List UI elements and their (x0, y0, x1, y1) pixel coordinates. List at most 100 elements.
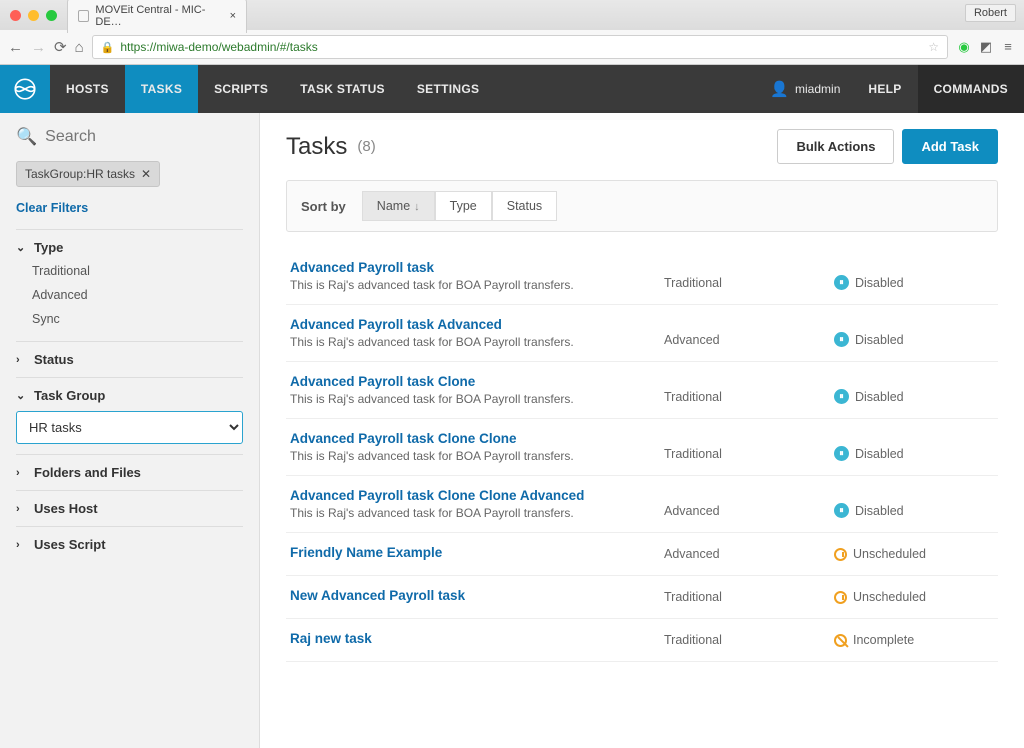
task-status-text: Disabled (855, 333, 904, 347)
bulk-actions-button[interactable]: Bulk Actions (777, 129, 894, 164)
menu-icon[interactable]: ≡ (1000, 39, 1016, 55)
search-row: 🔍 (16, 127, 243, 147)
profile-chip[interactable]: Robert (965, 4, 1016, 22)
chevron-right-icon: › (16, 354, 28, 366)
search-input[interactable] (45, 128, 243, 146)
lock-icon: 🔒 (101, 41, 115, 54)
facet-task-group: ⌄ Task Group HR tasks (16, 377, 243, 454)
task-list: Advanced Payroll task This is Raj's advan… (286, 248, 998, 662)
address-bar: ← → ⟳ ⌂ 🔒 https://miwa-demo/webadmin/#/t… (0, 30, 1024, 64)
task-row: Raj new taskTraditionalIncomplete (286, 619, 998, 662)
task-row: Advanced Payroll task Advanced This is Ra… (286, 305, 998, 362)
chevron-down-icon: ⌄ (16, 389, 28, 402)
nav-item-task-status[interactable]: TASK STATUS (284, 65, 401, 113)
task-row: Advanced Payroll task CloneThis is Raj's… (286, 362, 998, 419)
facet-status: › Status (16, 341, 243, 377)
task-status: ⏸ Disabled (834, 503, 994, 520)
window-controls[interactable] (10, 10, 57, 21)
app-nav: HOSTSTASKSSCRIPTSTASK STATUSSETTINGS 👤 m… (0, 65, 1024, 113)
add-task-button[interactable]: Add Task (902, 129, 998, 164)
minimize-window-icon[interactable] (28, 10, 39, 21)
status-disabled-icon: ⏸ (834, 503, 849, 518)
facet-uses-host: › Uses Host (16, 490, 243, 526)
task-group-select[interactable]: HR tasks (16, 411, 243, 444)
task-type: Traditional (664, 276, 824, 292)
facet-label: Uses Host (34, 501, 98, 516)
task-title-link[interactable]: Advanced Payroll task Clone Clone Advanc… (290, 488, 654, 503)
close-window-icon[interactable] (10, 10, 21, 21)
task-title-link[interactable]: Friendly Name Example (290, 545, 654, 560)
status-disabled-icon: ⏸ (834, 275, 849, 290)
task-status: ⏸Disabled (834, 275, 994, 292)
facet-uses-script-header[interactable]: › Uses Script (16, 537, 243, 552)
page-icon (78, 10, 89, 22)
facet-type: ⌄ Type TraditionalAdvancedSync (16, 229, 243, 341)
task-title-link[interactable]: New Advanced Payroll task (290, 588, 654, 603)
facet-uses-host-header[interactable]: › Uses Host (16, 501, 243, 516)
task-status-text: Unscheduled (853, 547, 926, 561)
task-title-link[interactable]: Advanced Payroll task Clone Clone (290, 431, 654, 446)
maximize-window-icon[interactable] (46, 10, 57, 21)
extension-icon[interactable]: ◉ (956, 39, 972, 55)
task-status-text: Unscheduled (853, 590, 926, 604)
task-type: Traditional (664, 590, 824, 606)
facet-type-item[interactable]: Traditional (32, 259, 243, 283)
nav-item-hosts[interactable]: HOSTS (50, 65, 125, 113)
task-row: New Advanced Payroll task Traditional Unsc… (286, 576, 998, 619)
status-unscheduled-icon (834, 591, 847, 604)
task-status-text: Disabled (855, 447, 904, 461)
status-disabled-icon: ⏸ (834, 389, 849, 404)
star-icon[interactable]: ☆ (928, 40, 939, 54)
task-description: This is Raj's advanced task for BOA Payr… (290, 449, 654, 463)
extension-icon-2[interactable]: ◩ (978, 39, 994, 55)
app-logo[interactable] (0, 65, 50, 113)
task-description: This is Raj's advanced task for BOA Payr… (290, 335, 654, 349)
browser-tab[interactable]: MOVEit Central - MIC-DE… × (67, 0, 247, 33)
tab-close-icon[interactable]: × (230, 10, 236, 22)
facet-task-group-header[interactable]: ⌄ Task Group (16, 388, 243, 403)
task-description: This is Raj's advanced task for BOA Payr… (290, 278, 654, 292)
nav-commands[interactable]: COMMANDS (918, 65, 1024, 113)
nav-item-tasks[interactable]: TASKS (125, 65, 198, 113)
task-row: Advanced Payroll task This is Raj's advan… (286, 248, 998, 305)
back-icon[interactable]: ← (8, 39, 23, 56)
nav-help[interactable]: HELP (852, 65, 917, 113)
task-status: ⏸Disabled (834, 446, 994, 463)
task-status: ⏸Disabled (834, 332, 994, 349)
facet-type-item[interactable]: Sync (32, 307, 243, 331)
home-icon[interactable]: ⌂ (75, 39, 84, 56)
sort-button-status[interactable]: Status (492, 191, 557, 221)
task-title-link[interactable]: Advanced Payroll task Clone (290, 374, 654, 389)
page-title: Tasks (286, 133, 347, 161)
close-icon[interactable]: ✕ (141, 167, 151, 181)
chevron-right-icon: › (16, 503, 28, 515)
browser-action-icons: ◉ ◩ ≡ (956, 39, 1016, 55)
nav-item-scripts[interactable]: SCRIPTS (198, 65, 284, 113)
browser-tab-bar: MOVEit Central - MIC-DE… × Robert (0, 0, 1024, 30)
sort-arrow-icon: ↓ (414, 201, 420, 213)
reload-icon[interactable]: ⟳ (54, 38, 67, 56)
task-type: Advanced (664, 333, 824, 349)
sort-bar: Sort by Name↓TypeStatus (286, 180, 998, 232)
facet-type-item[interactable]: Advanced (32, 283, 243, 307)
sort-button-type[interactable]: Type (435, 191, 492, 221)
url-field[interactable]: 🔒 https://miwa-demo/webadmin/#/tasks ☆ (92, 35, 948, 59)
sort-label: Sort by (301, 199, 346, 214)
nav-user[interactable]: 👤 miadmin (758, 65, 852, 113)
task-title-link[interactable]: Raj new task (290, 631, 654, 646)
username: miadmin (795, 82, 840, 96)
facet-type-header[interactable]: ⌄ Type (16, 240, 243, 255)
task-status-text: Disabled (855, 504, 904, 518)
forward-icon[interactable]: → (31, 39, 46, 56)
filter-chip[interactable]: TaskGroup:HR tasks ✕ (16, 161, 160, 187)
clear-filters-link[interactable]: Clear Filters (16, 201, 243, 215)
nav-item-settings[interactable]: SETTINGS (401, 65, 495, 113)
status-unscheduled-icon (834, 548, 847, 561)
facet-status-header[interactable]: › Status (16, 352, 243, 367)
task-type: Advanced (664, 547, 824, 563)
facet-folders-header[interactable]: › Folders and Files (16, 465, 243, 480)
task-title-link[interactable]: Advanced Payroll task (290, 260, 654, 275)
sort-button-name[interactable]: Name↓ (362, 191, 435, 221)
task-title-link[interactable]: Advanced Payroll task Advanced (290, 317, 654, 332)
search-icon: 🔍 (16, 127, 37, 147)
